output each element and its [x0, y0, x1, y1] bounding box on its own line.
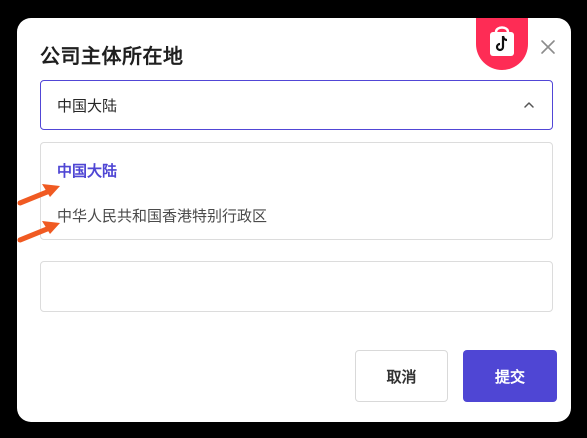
- location-dialog: 公司主体所在地 中国大陆 中国大陆 中华人民共和国香港特别行政区 取消 提交: [17, 18, 571, 422]
- close-button[interactable]: [537, 36, 559, 58]
- secondary-input[interactable]: [40, 261, 553, 312]
- location-dropdown: 中国大陆 中华人民共和国香港特别行政区: [40, 142, 553, 240]
- dialog-title: 公司主体所在地: [40, 44, 184, 68]
- close-icon: [541, 40, 555, 54]
- select-value: 中国大陆: [57, 97, 118, 115]
- option-hong-kong[interactable]: 中华人民共和国香港特别行政区: [57, 205, 267, 226]
- app-badge: [476, 18, 528, 70]
- option-mainland-china[interactable]: 中国大陆: [57, 160, 117, 181]
- submit-button[interactable]: 提交: [463, 350, 557, 402]
- chevron-up-icon: [524, 102, 534, 108]
- location-select[interactable]: 中国大陆: [40, 80, 553, 130]
- cancel-button[interactable]: 取消: [355, 350, 448, 402]
- shopping-bag-tiktok-icon: [490, 26, 514, 56]
